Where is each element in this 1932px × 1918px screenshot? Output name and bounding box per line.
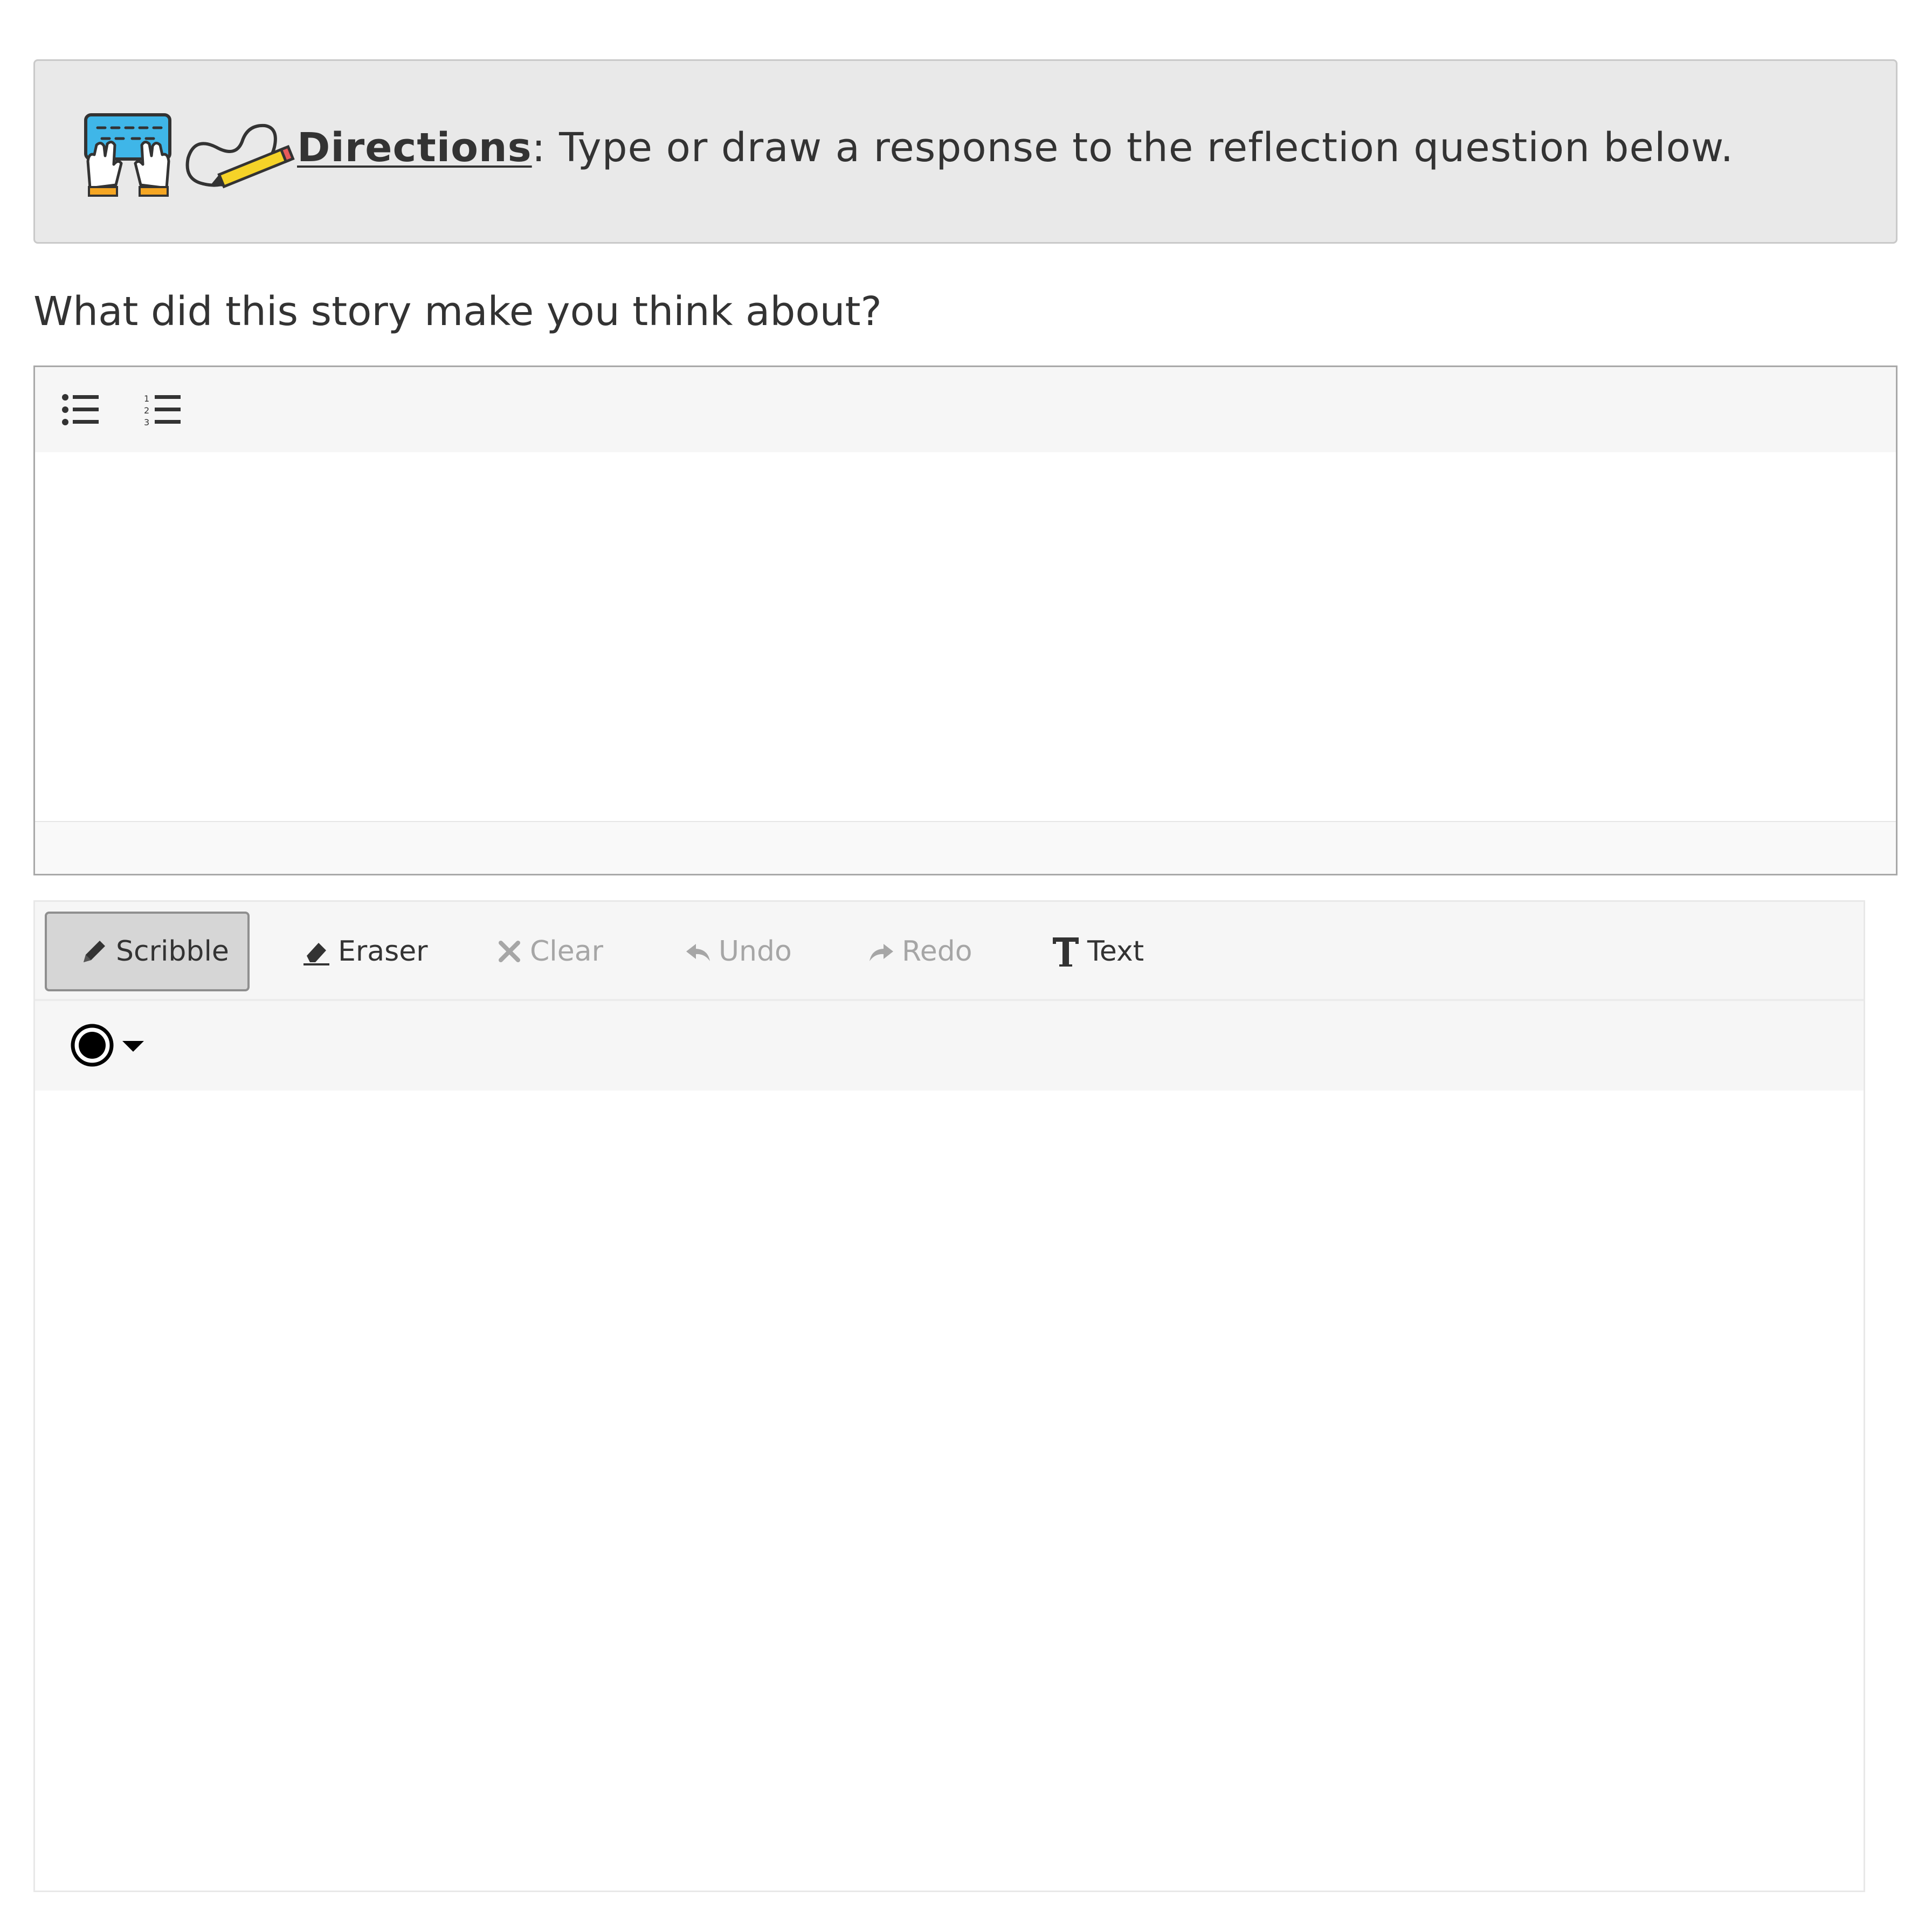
- redo-icon: [870, 944, 893, 961]
- svg-text:2: 2: [144, 405, 149, 416]
- keyboard-hands-icon: [84, 113, 171, 197]
- undo-label: Undo: [719, 935, 792, 968]
- bulleted-list-icon[interactable]: [61, 392, 100, 427]
- scribble-button[interactable]: Scribble: [45, 912, 250, 991]
- eraser-icon: [303, 943, 329, 965]
- eraser-button[interactable]: Eraser: [294, 912, 436, 991]
- directions-panel: Directions: Type or draw a response to t…: [33, 59, 1898, 244]
- question-text: What did this story make you think about…: [33, 288, 882, 335]
- undo-icon: [686, 944, 710, 961]
- eraser-label: Eraser: [338, 935, 428, 968]
- editor-toolbar: 1 2 3: [35, 367, 1896, 453]
- color-toolbar: [35, 1001, 1864, 1092]
- svg-text:1: 1: [144, 394, 149, 404]
- directions-label: Directions: [297, 125, 532, 171]
- redo-button[interactable]: Redo: [860, 912, 980, 991]
- drawing-toolbar: Scribble Eraser Clear Undo Redo Text: [35, 902, 1864, 1001]
- undo-button[interactable]: Undo: [677, 912, 799, 991]
- clear-label: Clear: [530, 935, 603, 968]
- text-icon: [1053, 937, 1079, 967]
- x-icon: [499, 941, 520, 962]
- text-response-editor: 1 2 3: [33, 365, 1898, 875]
- pencil-icon: [84, 941, 105, 962]
- editor-footer: [35, 821, 1896, 874]
- drawing-panel: Scribble Eraser Clear Undo Redo Text: [33, 900, 1865, 1892]
- text-tool-label: Text: [1087, 935, 1144, 968]
- numbered-list-icon[interactable]: 1 2 3: [143, 392, 182, 427]
- scribble-pencil-icon: [185, 123, 295, 189]
- directions-body: : Type or draw a response to the reflect…: [532, 125, 1734, 171]
- editor-text-area[interactable]: [35, 452, 1896, 822]
- text-tool-button[interactable]: Text: [1043, 912, 1151, 991]
- directions-text: Directions: Type or draw a response to t…: [297, 125, 1734, 171]
- svg-text:3: 3: [144, 417, 149, 427]
- drawing-canvas[interactable]: [35, 1091, 1864, 1891]
- scribble-label: Scribble: [116, 935, 229, 968]
- redo-label: Redo: [902, 935, 972, 968]
- clear-button[interactable]: Clear: [488, 912, 611, 991]
- color-picker-dropdown[interactable]: [68, 1019, 155, 1071]
